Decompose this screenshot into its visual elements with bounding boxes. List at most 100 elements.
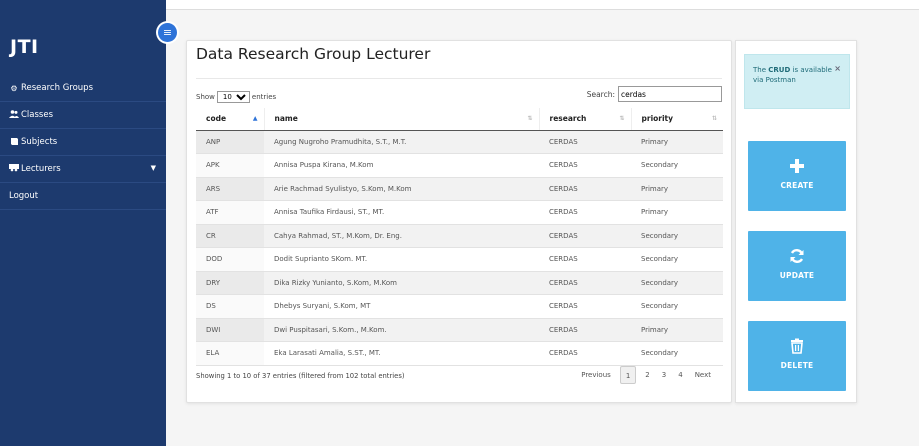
sort-asc-icon: ▲ bbox=[252, 115, 258, 122]
column-header-name[interactable]: name ⇅ bbox=[264, 108, 540, 131]
cell-research: CERDAS bbox=[539, 200, 631, 225]
divider bbox=[196, 78, 722, 79]
update-label: UPDATE bbox=[779, 271, 815, 280]
pagination-next[interactable]: Next bbox=[689, 366, 717, 384]
cell-code: ANP bbox=[196, 130, 264, 154]
chevron-down-icon: ▼ bbox=[150, 164, 156, 172]
sidebar-nav: ⚙ Research Groups Classes Subjects Lectu… bbox=[0, 75, 166, 210]
table-row[interactable]: DWI Dwi Puspitasari, S.Kom., M.Kom. CERD… bbox=[196, 318, 723, 342]
cell-priority: Secondary bbox=[631, 294, 723, 319]
pagination-page[interactable]: 2 bbox=[639, 366, 655, 384]
cell-priority: Secondary bbox=[631, 224, 723, 248]
sidebar-item-subjects[interactable]: Subjects bbox=[0, 129, 166, 156]
column-header-code[interactable]: code ▲ bbox=[196, 108, 265, 131]
cell-priority: Primary bbox=[631, 200, 723, 225]
cell-code: DOD bbox=[196, 247, 264, 272]
cell-code: ATF bbox=[196, 200, 264, 225]
column-header-priority[interactable]: priority ⇅ bbox=[631, 108, 723, 131]
cell-code: ELA bbox=[196, 341, 264, 366]
cell-research: CERDAS bbox=[539, 294, 631, 319]
cell-priority: Secondary bbox=[631, 271, 723, 295]
cell-code: CR bbox=[196, 224, 264, 248]
sidebar-item-label: Research Groups bbox=[21, 83, 93, 93]
alert-text-bold: CRUD bbox=[768, 66, 791, 74]
sidebar: JTI ⚙ Research Groups Classes Subjects L… bbox=[0, 0, 166, 446]
create-label: CREATE bbox=[780, 181, 814, 190]
table-row[interactable]: DS Dhebys Suryani, S.Kom, MT CERDAS Seco… bbox=[196, 294, 723, 319]
cell-name: Dwi Puspitasari, S.Kom., M.Kom. bbox=[264, 318, 539, 342]
sidebar-toggle-button[interactable]: ≡ bbox=[158, 23, 177, 42]
cell-name: Dika Rizky Yunianto, S.Kom, M.Kom bbox=[264, 271, 539, 295]
sidebar-item-classes[interactable]: Classes bbox=[0, 102, 166, 129]
book-icon bbox=[9, 137, 19, 147]
actions-panel: The CRUD is available via Postman × CREA… bbox=[735, 40, 857, 403]
cell-name: Arie Rachmad Syulistyo, S.Kom, M.Kom bbox=[264, 177, 539, 201]
cell-research: CERDAS bbox=[539, 177, 631, 201]
menu-icon: ≡ bbox=[162, 26, 173, 39]
table-row[interactable]: ATF Annisa Taufika Firdausi, ST., MT. CE… bbox=[196, 200, 723, 225]
data-table-card: Data Research Group Lecturer Show 10 ent… bbox=[186, 40, 732, 403]
cell-code: DS bbox=[196, 294, 264, 319]
page-title: Data Research Group Lecturer bbox=[196, 45, 431, 63]
entries-label: entries bbox=[251, 93, 277, 101]
users-icon bbox=[9, 110, 19, 120]
delete-label: DELETE bbox=[780, 361, 814, 370]
table-row[interactable]: APK Annisa Puspa Kirana, M.Kom CERDAS Se… bbox=[196, 153, 723, 178]
table-body: ANP Agung Nugroho Pramudhita, S.T., M.T.… bbox=[196, 130, 723, 366]
brand-logo[interactable]: JTI bbox=[10, 36, 39, 58]
cell-priority: Primary bbox=[631, 177, 723, 201]
info-alert: The CRUD is available via Postman × bbox=[744, 54, 850, 109]
sidebar-item-lecturers[interactable]: Lecturers ▼ bbox=[0, 156, 166, 183]
cell-name: Annisa Taufika Firdausi, ST., MT. bbox=[264, 200, 539, 225]
column-header-research[interactable]: research ⇅ bbox=[539, 108, 632, 131]
sidebar-item-label: Subjects bbox=[21, 137, 58, 147]
search-label: Search: bbox=[586, 89, 615, 99]
table-info: Showing 1 to 10 of 37 entries (filtered … bbox=[196, 372, 405, 380]
entries-length-control: Show 10 entries bbox=[196, 91, 276, 103]
search-input[interactable] bbox=[618, 86, 722, 102]
table-row[interactable]: CR Cahya Rahmad, ST., M.Kom, Dr. Eng. CE… bbox=[196, 224, 723, 248]
alert-text-pre: The bbox=[753, 66, 767, 74]
cell-priority: Primary bbox=[631, 318, 723, 342]
sort-icon: ⇅ bbox=[619, 115, 625, 122]
table-row[interactable]: ELA Eka Larasati Amalia, S.ST., MT. CERD… bbox=[196, 341, 723, 366]
table-row[interactable]: DOD Dodit Suprianto SKom. MT. CERDAS Sec… bbox=[196, 247, 723, 272]
pagination-page[interactable]: 3 bbox=[656, 366, 672, 384]
table-row[interactable]: ARS Arie Rachmad Syulistyo, S.Kom, M.Kom… bbox=[196, 177, 723, 201]
trash-icon bbox=[748, 338, 846, 358]
create-button[interactable]: CREATE bbox=[748, 141, 846, 211]
top-navbar bbox=[166, 0, 919, 10]
cell-code: ARS bbox=[196, 177, 264, 201]
sort-icon: ⇅ bbox=[711, 115, 717, 122]
entries-per-page-select[interactable]: 10 bbox=[216, 91, 250, 103]
cell-name: Eka Larasati Amalia, S.ST., MT. bbox=[264, 341, 539, 366]
table-row[interactable]: ANP Agung Nugroho Pramudhita, S.T., M.T.… bbox=[196, 130, 723, 154]
refresh-icon bbox=[748, 248, 846, 268]
cell-research: CERDAS bbox=[539, 247, 631, 272]
delete-button[interactable]: DELETE bbox=[748, 321, 846, 391]
sidebar-item-label: Classes bbox=[21, 110, 54, 120]
pagination-previous[interactable]: Previous bbox=[575, 366, 617, 384]
show-label: Show bbox=[196, 93, 215, 101]
sort-icon: ⇅ bbox=[527, 115, 533, 122]
cell-name: Dhebys Suryani, S.Kom, MT bbox=[264, 294, 539, 319]
cell-code: DRY bbox=[196, 271, 264, 295]
plus-icon bbox=[748, 158, 846, 178]
pagination-page-current[interactable]: 1 bbox=[619, 366, 637, 384]
sidebar-item-logout[interactable]: Logout bbox=[0, 183, 166, 210]
sidebar-item-label: Logout bbox=[9, 191, 39, 201]
pagination-page[interactable]: 4 bbox=[672, 366, 688, 384]
cell-research: CERDAS bbox=[539, 224, 631, 248]
cell-priority: Secondary bbox=[631, 341, 723, 366]
cell-research: CERDAS bbox=[539, 271, 631, 295]
cogs-icon: ⚙ bbox=[10, 83, 18, 93]
cell-priority: Primary bbox=[631, 130, 723, 154]
lecturer-icon bbox=[9, 164, 19, 174]
close-icon[interactable]: × bbox=[834, 64, 841, 74]
table-row[interactable]: DRY Dika Rizky Yunianto, S.Kom, M.Kom CE… bbox=[196, 271, 723, 295]
update-button[interactable]: UPDATE bbox=[748, 231, 846, 301]
cell-research: CERDAS bbox=[539, 318, 631, 342]
cell-name: Agung Nugroho Pramudhita, S.T., M.T. bbox=[264, 130, 539, 154]
sidebar-item-label: Lecturers bbox=[21, 164, 61, 174]
sidebar-item-research-groups[interactable]: ⚙ Research Groups bbox=[0, 75, 166, 102]
